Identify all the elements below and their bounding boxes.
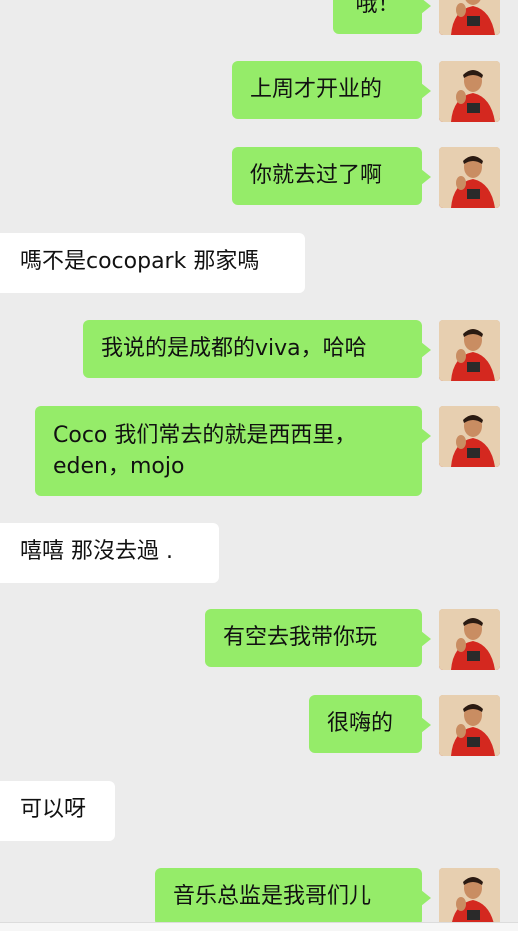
outgoing-message-bubble[interactable]: 上周才开业的: [232, 61, 431, 119]
outgoing-message-bubble[interactable]: 很嗨的: [309, 695, 431, 753]
message-text: 你就去过了啊: [250, 163, 383, 188]
avatar-icon: [439, 695, 500, 756]
avatar-icon: [439, 320, 500, 381]
avatar-icon: [439, 609, 500, 670]
outgoing-message-bubble[interactable]: 你就去过了啊: [232, 147, 431, 205]
message-text-line: eden，mojo: [53, 454, 185, 479]
message-text-line: Coco 我们常去的就是西西里，: [53, 423, 357, 448]
user-avatar[interactable]: [439, 406, 500, 467]
avatar-icon: [439, 61, 500, 122]
user-avatar[interactable]: [439, 868, 500, 922]
user-avatar[interactable]: [439, 320, 500, 381]
user-avatar[interactable]: [439, 147, 500, 208]
chat-message-list[interactable]: 哦！ 上周才开业的 你就去过了啊 嗎不是cocopark 那家嗎 我说的是成都的…: [0, 0, 518, 922]
user-avatar[interactable]: [439, 0, 500, 35]
incoming-message-bubble[interactable]: 嗎不是cocopark 那家嗎: [0, 233, 305, 293]
outgoing-message-bubble[interactable]: 哦！: [333, 0, 431, 34]
message-text: 很嗨的: [327, 711, 394, 736]
avatar-icon: [439, 868, 500, 922]
user-avatar[interactable]: [439, 609, 500, 670]
message-text: 音乐总监是我哥们儿: [173, 884, 372, 909]
incoming-message-bubble[interactable]: 可以呀: [0, 781, 115, 841]
message-text: 可以呀: [20, 797, 87, 822]
message-text: 有空去我带你玩: [223, 625, 378, 650]
outgoing-message-bubble[interactable]: 我说的是成都的viva，哈哈: [83, 320, 431, 378]
avatar-icon: [439, 406, 500, 467]
message-text: 上周才开业的: [250, 77, 383, 102]
outgoing-message-bubble[interactable]: Coco 我们常去的就是西西里， eden，mojo: [35, 406, 431, 496]
user-avatar[interactable]: [439, 61, 500, 122]
message-text: 嗎不是cocopark 那家嗎: [20, 249, 260, 274]
avatar-icon: [439, 0, 500, 35]
incoming-message-bubble[interactable]: 嘻嘻 那沒去過 .: [0, 523, 219, 583]
outgoing-message-bubble[interactable]: 音乐总监是我哥们儿: [155, 868, 431, 922]
outgoing-message-bubble[interactable]: 有空去我带你玩: [205, 609, 431, 667]
message-text: 嘻嘻 那沒去過 .: [20, 539, 173, 564]
user-avatar[interactable]: [439, 695, 500, 756]
avatar-icon: [439, 147, 500, 208]
message-text: 哦！: [355, 0, 400, 17]
message-text: 我说的是成都的viva，哈哈: [101, 336, 367, 361]
